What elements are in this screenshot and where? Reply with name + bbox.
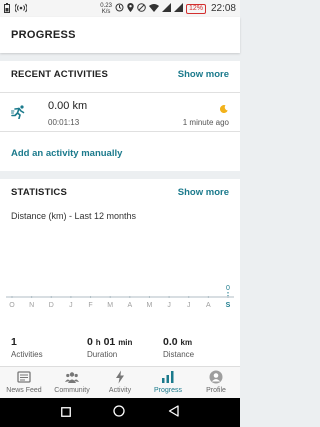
community-icon — [65, 370, 79, 384]
distance-stat: 0.0 km Distance — [163, 336, 194, 359]
activities-count: 1 — [11, 336, 17, 348]
chart-tick-label: M — [107, 302, 113, 309]
chart-tick-label: J — [187, 302, 191, 309]
home-button[interactable] — [113, 404, 126, 422]
chart-tick-label: J — [69, 302, 73, 309]
clock: 22:08 — [210, 3, 236, 14]
duration-label: Duration — [87, 350, 118, 359]
recents-button[interactable] — [61, 404, 72, 422]
chart-tick-label: A — [206, 302, 211, 309]
distance-value: 0.0 km — [163, 336, 193, 348]
network-speed: 0.23 K/s — [100, 2, 112, 15]
statistics-show-more-button[interactable]: Show more — [178, 187, 229, 198]
distance-label: Distance — [163, 350, 195, 359]
battery-indicator: 12% — [185, 3, 206, 14]
signal-icon-2 — [173, 3, 183, 14]
activity-distance: 0.00 km — [48, 100, 88, 112]
sync-icon — [115, 3, 124, 14]
activity-time-ago: 1 minute ago — [182, 118, 229, 127]
duration-value: 0 h 01 min — [87, 336, 133, 348]
statistics-title: STATISTICS — [11, 186, 68, 198]
newsfeed-icon — [17, 370, 31, 384]
activity-list-item[interactable]: 0.00 km 00:01:13 1 minute ago — [0, 92, 240, 132]
running-icon — [11, 105, 27, 120]
status-bar: 0.23 K/s 12% 22:08 — [0, 0, 240, 17]
mute-icon — [137, 3, 146, 14]
signal-icon — [161, 3, 171, 14]
bottom-navigation: News Feed Community Activity Progress Pr… — [0, 366, 240, 398]
chart-tick-label: F — [88, 302, 92, 309]
statistics-card: STATISTICS Show more Distance (km) - Las… — [0, 179, 240, 366]
profile-icon — [209, 370, 223, 384]
nav-community[interactable]: Community — [48, 367, 96, 398]
chart-data-label: 0 — [226, 285, 230, 292]
distance-chart: O N D J F M A M J J A S 0 — [6, 285, 234, 309]
activities-stat: 1 Activities — [11, 336, 43, 359]
progress-chart-icon — [161, 370, 175, 384]
back-button[interactable] — [168, 404, 179, 422]
app-header: PROGRESS — [0, 17, 240, 53]
chart-subtitle: Distance (km) - Last 12 months — [11, 211, 137, 221]
recent-show-more-button[interactable]: Show more — [178, 69, 229, 80]
moon-icon — [219, 100, 228, 114]
recent-activities-card: RECENT ACTIVITIES Show more 0.00 km 00:0… — [0, 61, 240, 171]
chart-tick-label: N — [29, 302, 34, 309]
nav-news-feed[interactable]: News Feed — [0, 367, 48, 398]
page-title: PROGRESS — [11, 29, 76, 41]
system-navigation-bar — [0, 398, 240, 427]
recent-activities-title: RECENT ACTIVITIES — [11, 68, 108, 80]
location-icon — [127, 3, 134, 14]
battery-saver-icon — [4, 2, 10, 15]
chart-tick-label: S — [226, 302, 231, 309]
chart-tick-label: J — [167, 302, 171, 309]
chart-tick-label: M — [147, 302, 153, 309]
chart-tick-label: A — [127, 302, 132, 309]
add-activity-manually-link[interactable]: Add an activity manually — [11, 148, 122, 159]
nav-profile[interactable]: Profile — [192, 367, 240, 398]
chart-tick-label: D — [49, 302, 54, 309]
hotspot-icon — [14, 3, 28, 15]
chart-tick-label: O — [9, 302, 15, 309]
wifi-icon — [148, 3, 159, 14]
nav-activity[interactable]: Activity — [96, 367, 144, 398]
nav-progress[interactable]: Progress — [144, 367, 192, 398]
bolt-icon — [113, 370, 127, 384]
activities-label: Activities — [11, 350, 43, 359]
activity-duration: 00:01:13 — [48, 118, 80, 127]
duration-stat: 0 h 01 min Duration — [87, 336, 132, 359]
